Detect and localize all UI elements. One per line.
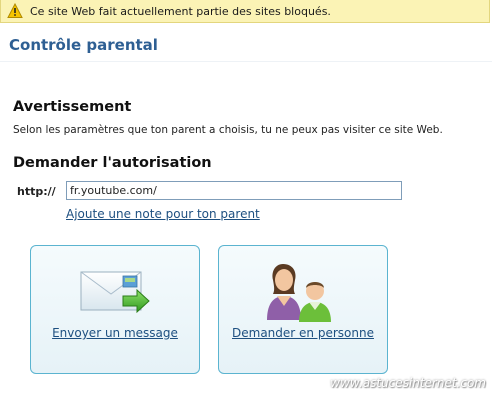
- watermark: www.astucesinternet.com: [330, 376, 486, 390]
- url-prefix-label: http://: [17, 185, 56, 198]
- send-message-label: Envoyer un message: [52, 326, 178, 340]
- send-message-button[interactable]: Envoyer un message: [30, 245, 200, 374]
- parent-child-icon: [267, 264, 331, 322]
- page-title: Contrôle parental: [9, 36, 158, 54]
- info-bar[interactable]: Ce site Web fait actuellement partie des…: [0, 0, 490, 23]
- add-note-link[interactable]: Ajoute une note pour ton parent: [66, 207, 260, 221]
- info-bar-message: Ce site Web fait actuellement partie des…: [30, 4, 331, 18]
- ask-in-person-label: Demander en personne: [232, 326, 374, 340]
- url-input[interactable]: [66, 181, 402, 200]
- warning-heading: Avertissement: [13, 99, 132, 115]
- request-heading: Demander l'autorisation: [13, 155, 212, 171]
- warning-icon: [7, 3, 23, 18]
- warning-text: Selon les paramètres que ton parent a ch…: [13, 124, 443, 136]
- ask-in-person-button[interactable]: Demander en personne: [218, 245, 388, 374]
- envelope-send-icon: [80, 271, 150, 314]
- title-divider: [0, 61, 492, 62]
